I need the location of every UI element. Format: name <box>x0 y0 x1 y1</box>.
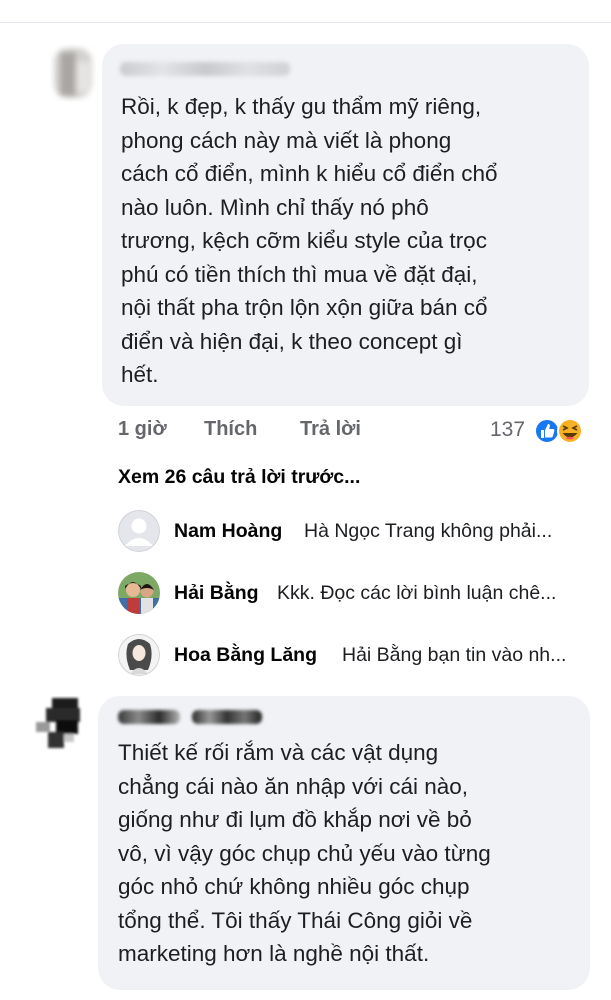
reply-button[interactable]: Trả lời <box>300 418 361 441</box>
illustration-avatar[interactable] <box>118 634 160 676</box>
comment-text: Rồi, k đẹp, k thấy gu thẩm mỹ riêng, pho… <box>121 94 498 387</box>
reply-item[interactable]: Nam Hoàng Hà Ngọc Trang không phải... <box>118 510 598 552</box>
like-button[interactable]: Thích <box>204 418 257 441</box>
reply-author-name[interactable]: Nam Hoàng <box>174 520 282 543</box>
reply-item[interactable]: Hải Bằng Kkk. Đọc các lời bình luận chê.… <box>118 572 598 614</box>
reaction-count[interactable]: 137 <box>490 418 525 442</box>
top-divider <box>0 22 611 23</box>
photo-avatar[interactable] <box>118 572 160 614</box>
commenter-avatar-blurred[interactable] <box>48 44 98 102</box>
reply-author-name[interactable]: Hải Bằng <box>174 582 259 605</box>
reply-author-name[interactable]: Hoa Bằng Lăng <box>174 644 317 667</box>
comment-bubble: Rồi, k đẹp, k thấy gu thẩm mỹ riêng, pho… <box>102 44 589 406</box>
reply-preview[interactable]: Hà Ngọc Trang không phải... <box>304 520 552 543</box>
haha-icon <box>557 418 583 444</box>
author-name-blurred[interactable] <box>120 62 290 76</box>
view-previous-replies-link[interactable]: Xem 26 câu trả lời trước... <box>118 466 360 489</box>
comment-bubble: Thiết kế rối rắm và các vật dụng chẳng c… <box>98 696 590 990</box>
reactions-summary[interactable] <box>534 416 594 446</box>
like-icon <box>534 418 560 444</box>
author-name-blurred[interactable] <box>118 710 180 724</box>
comment-actions: 1 giờ Thích Trả lời 137 <box>118 418 598 448</box>
reply-preview[interactable]: Kkk. Đọc các lời bình luận chê... <box>277 582 556 605</box>
comment-time[interactable]: 1 giờ <box>118 418 167 441</box>
author-name-blurred-part <box>192 710 262 724</box>
comment-text: Thiết kế rối rắm và các vật dụng chẳng c… <box>118 740 491 966</box>
reply-item[interactable]: Hoa Bằng Lăng Hải Bằng bạn tin vào nh... <box>118 634 598 676</box>
default-avatar-icon[interactable] <box>118 510 160 552</box>
reply-preview[interactable]: Hải Bằng bạn tin vào nh... <box>342 644 566 667</box>
commenter-avatar-blurred[interactable] <box>30 696 86 756</box>
